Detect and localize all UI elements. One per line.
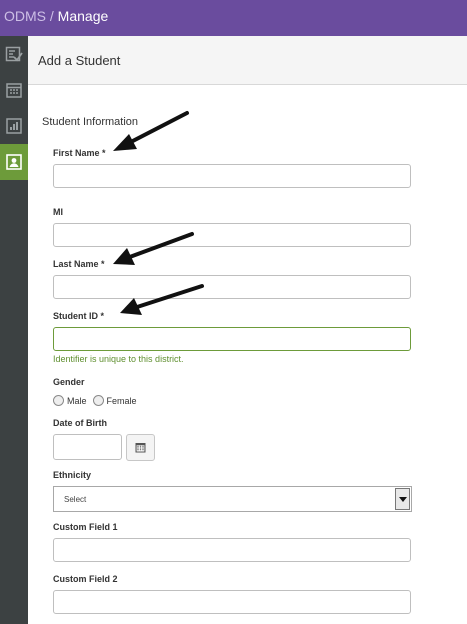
sidebar-item-reports[interactable] [0,108,28,144]
sidebar [0,36,28,624]
breadcrumb: ODMS / Manage [4,8,108,24]
gender-male-radio[interactable] [53,395,64,406]
last-name-label: Last Name * [53,259,105,269]
calendar-icon [6,83,22,98]
gender-male-label: Male [67,395,87,406]
breadcrumb-app-link[interactable]: ODMS [4,8,46,24]
date-picker-button[interactable] [126,434,155,461]
ethnicity-select[interactable]: Select [53,486,412,512]
mi-input[interactable] [53,223,411,247]
gender-radio-group: Male Female [53,395,143,406]
mi-label: MI [53,207,63,217]
custom-field-1-input[interactable] [53,538,411,562]
ethnicity-label: Ethnicity [53,470,92,480]
student-card-icon [6,154,22,170]
student-id-input[interactable] [53,327,411,351]
sidebar-item-calendar[interactable] [0,72,28,108]
gender-female-label: Female [106,395,137,406]
page-header: Add a Student [28,36,467,85]
top-bar: ODMS / Manage [0,0,467,36]
main-content: Add a Student Student Information First … [28,36,467,624]
sidebar-item-students[interactable] [0,144,28,180]
sidebar-item-assessments[interactable] [0,36,28,72]
last-name-input[interactable] [53,275,411,299]
first-name-label: First Name * [53,148,106,158]
breadcrumb-current-page: Manage [57,8,109,24]
calendar-icon [135,443,146,453]
gender-label: Gender [53,377,85,387]
dob-label: Date of Birth [53,418,107,428]
bar-chart-icon [6,118,22,134]
dob-input[interactable] [53,434,122,460]
custom-field-1-label: Custom Field 1 [53,522,118,532]
custom-field-2-input[interactable] [53,590,411,614]
gender-female-radio[interactable] [92,395,104,406]
breadcrumb-separator: / [46,8,58,24]
student-id-hint: Identifier is unique to this district. [53,354,184,364]
ethnicity-selected-value: Select [64,495,87,504]
first-name-input[interactable] [53,164,411,188]
custom-field-2-label: Custom Field 2 [53,574,118,584]
student-id-label: Student ID * [53,311,104,321]
checklist-icon [5,46,23,62]
chevron-down-icon[interactable] [395,488,410,510]
page-title: Add a Student [38,53,121,68]
section-title: Student Information [42,116,139,128]
